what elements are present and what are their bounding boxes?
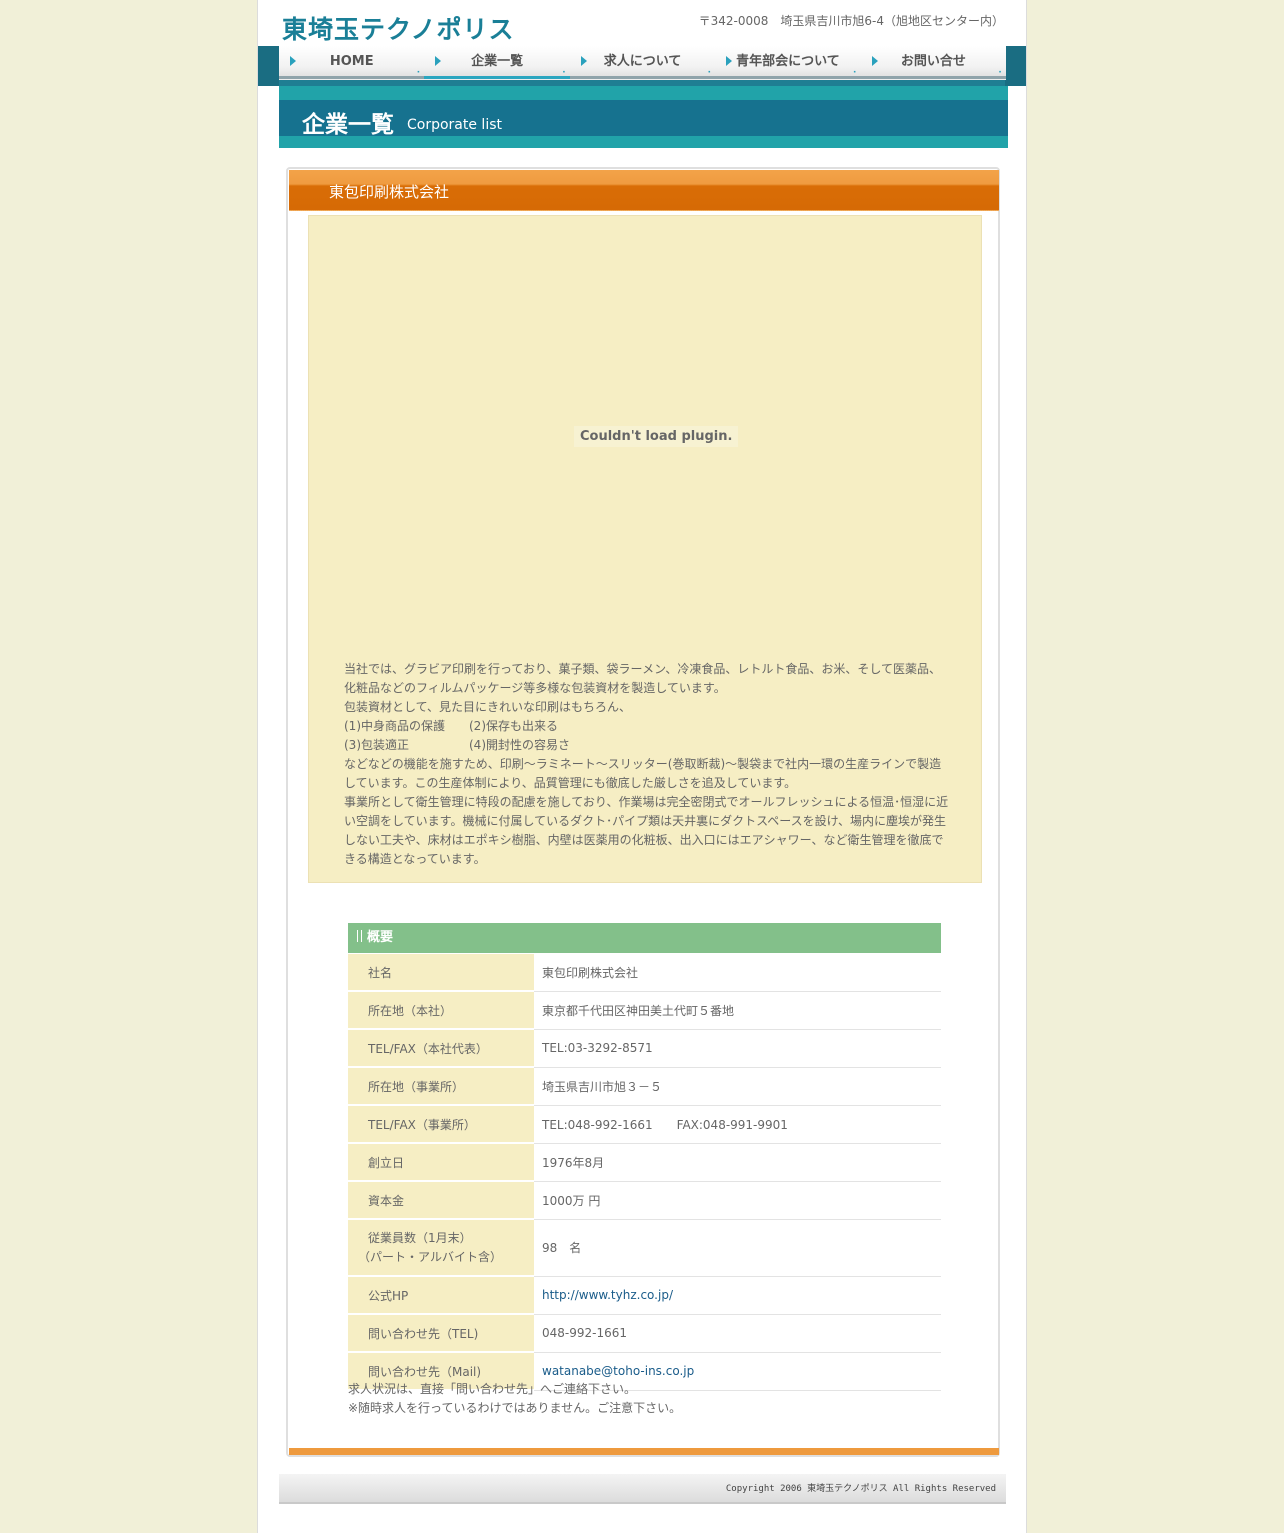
row-value: 東京都千代田区神田美土代町５番地 [534, 991, 941, 1030]
arrow-right-icon [580, 56, 587, 66]
company-name: 東包印刷株式会社 [329, 183, 450, 201]
nav-recruit[interactable]: 求人について ⠠ [569, 46, 716, 79]
nav-youth-group-label: 青年部会について [736, 54, 840, 69]
table-row: TEL/FAX（本社代表） TEL:03-3292-8571 [348, 1029, 941, 1068]
site-logo[interactable]: 東埼玉テクノポリス [282, 10, 515, 46]
row-value: 98 名 [534, 1219, 941, 1277]
nav-contact-label: お問い合せ [900, 54, 966, 69]
corner-dots-icon: ⠠ [414, 66, 421, 75]
row-key: 従業員数（1月末） （パート・アルバイト含） [348, 1219, 534, 1277]
email-link[interactable]: watanabe@toho-ins.co.jp [542, 1364, 694, 1378]
row-key: 資本金 [348, 1181, 534, 1220]
row-key: 社名 [348, 954, 534, 992]
heading-bar-icon [357, 930, 362, 942]
row-key: 所在地（本社） [348, 991, 534, 1030]
row-value: TEL:03-3292-8571 [534, 1029, 941, 1068]
row-key-line: 従業員数（1月末） [368, 1230, 472, 1245]
site-footer: Copyright 2006 東埼玉テクノポリス All Rights Rese… [279, 1474, 1006, 1504]
corner-dots-icon: ⠠ [995, 66, 1003, 75]
nav-contact[interactable]: お問い合せ ⠠ [860, 46, 1007, 79]
row-key: 公式HP [348, 1276, 534, 1315]
overview-heading: 概要 [348, 923, 941, 953]
page-subtitle: Corporate list [407, 117, 502, 133]
arrow-right-icon [435, 56, 442, 66]
row-key: 所在地（事業所） [348, 1067, 534, 1106]
row-value: 東包印刷株式会社 [534, 954, 941, 992]
row-value: TEL:048-992-1661 FAX:048-991-9901 [534, 1105, 941, 1144]
row-value: http://www.tyhz.co.jp/ [534, 1276, 941, 1315]
company-intro: Couldn't load plugin. 当社では、グラビア印刷を行っており、… [308, 215, 982, 883]
row-key: 創立日 [348, 1143, 534, 1182]
table-row: 資本金 1000万 円 [348, 1181, 941, 1220]
arrow-right-icon [726, 56, 733, 66]
intro-line: 事業所として衛生管理に特段の配慮を施しており、作業場は完全密閉式でオールフレッシ… [344, 795, 949, 866]
intro-line: などなどの機能を施すため、印刷～ラミネート～スリッター(巻取断裁)～製袋まで社内… [344, 757, 942, 790]
page-container: 東埼玉テクノポリス 〒342-0008 埼玉県吉川市旭6-4（旭地区センター内）… [257, 0, 1027, 1533]
corner-dots-icon: ⠠ [704, 66, 712, 75]
nav-companies-label: 企業一覧 [471, 54, 524, 69]
note-line: ※随時求人を行っているわけではありません。ご注意下さい。 [348, 1401, 682, 1415]
table-row: 所在地（事業所） 埼玉県吉川市旭３－５ [348, 1067, 941, 1106]
overview-heading-label: 概要 [367, 930, 394, 945]
plugin-placeholder[interactable]: Couldn't load plugin. [574, 426, 739, 447]
row-key: TEL/FAX（事業所） [348, 1105, 534, 1144]
overview-table: 社名 東包印刷株式会社 所在地（本社） 東京都千代田区神田美土代町５番地 TEL… [348, 954, 941, 1391]
recruit-notes: 求人状況は、直接「問い合わせ先」へご連絡下さい。 ※随時求人を行っているわけでは… [348, 1380, 681, 1418]
row-key: 問い合わせ先（TEL) [348, 1314, 534, 1353]
header-address: 〒342-0008 埼玉県吉川市旭6-4（旭地区センター内） [698, 14, 1004, 28]
nav-companies[interactable]: 企業一覧 ⠠ [424, 46, 570, 79]
table-row: 問い合わせ先（TEL) 048-992-1661 [348, 1314, 941, 1353]
intro-line: (3)包装適正 (4)開封性の容易さ [344, 738, 570, 752]
intro-line: 当社では、グラビア印刷を行っており、菓子類、袋ラーメン、冷凍食品、レトルト食品、… [344, 662, 942, 695]
nav-home-label: HOME [329, 54, 374, 69]
panel-footer-bar [289, 1448, 999, 1455]
nav-youth-group[interactable]: 青年部会について ⠠ [715, 46, 861, 79]
page-title: 企業一覧 [302, 112, 394, 138]
corner-dots-icon: ⠠ [850, 66, 857, 75]
note-line: 求人状況は、直接「問い合わせ先」へご連絡下さい。 [348, 1382, 637, 1396]
row-key-line: （パート・アルバイト含） [358, 1249, 503, 1264]
row-value: 1976年8月 [534, 1143, 941, 1182]
copyright: Copyright 2006 東埼玉テクノポリス All Rights Rese… [725, 1484, 996, 1494]
company-panel: 東包印刷株式会社 Couldn't load plugin. 当社では、グラビア… [286, 167, 1000, 1457]
intro-text: 当社では、グラビア印刷を行っており、菓子類、袋ラーメン、冷凍食品、レトルト食品、… [344, 660, 950, 869]
table-row: 創立日 1976年8月 [348, 1143, 941, 1182]
table-row: 社名 東包印刷株式会社 [348, 954, 941, 992]
table-row: 従業員数（1月末） （パート・アルバイト含） 98 名 [348, 1219, 941, 1277]
row-value: 048-992-1661 [534, 1314, 941, 1353]
page-title-band: 企業一覧 Corporate list [279, 86, 1008, 148]
company-header: 東包印刷株式会社 [289, 170, 999, 211]
table-row: TEL/FAX（事業所） TEL:048-992-1661 FAX:048-99… [348, 1105, 941, 1144]
row-value: 埼玉県吉川市旭３－５ [534, 1067, 941, 1106]
row-key: TEL/FAX（本社代表） [348, 1029, 534, 1068]
table-row: 公式HP http://www.tyhz.co.jp/ [348, 1276, 941, 1315]
intro-line: (1)中身商品の保護 (2)保存も出来る [344, 719, 558, 733]
homepage-link[interactable]: http://www.tyhz.co.jp/ [542, 1288, 673, 1302]
main-nav: HOME ⠠ 企業一覧 ⠠ 求人について ⠠ 青年部会について ⠠ お問い合せ … [279, 46, 1007, 80]
table-row: 所在地（本社） 東京都千代田区神田美土代町５番地 [348, 991, 941, 1030]
page-title-inner: 企業一覧 Corporate list [279, 100, 1008, 138]
intro-line: 包装資材として、見た目にきれいな印刷はもちろん、 [344, 700, 632, 714]
nav-home[interactable]: HOME ⠠ [279, 46, 425, 79]
row-value: 1000万 円 [534, 1181, 941, 1220]
nav-recruit-label: 求人について [603, 54, 682, 69]
arrow-right-icon [871, 56, 878, 66]
arrow-right-icon [290, 56, 296, 66]
corner-dots-icon: ⠠ [559, 66, 566, 75]
